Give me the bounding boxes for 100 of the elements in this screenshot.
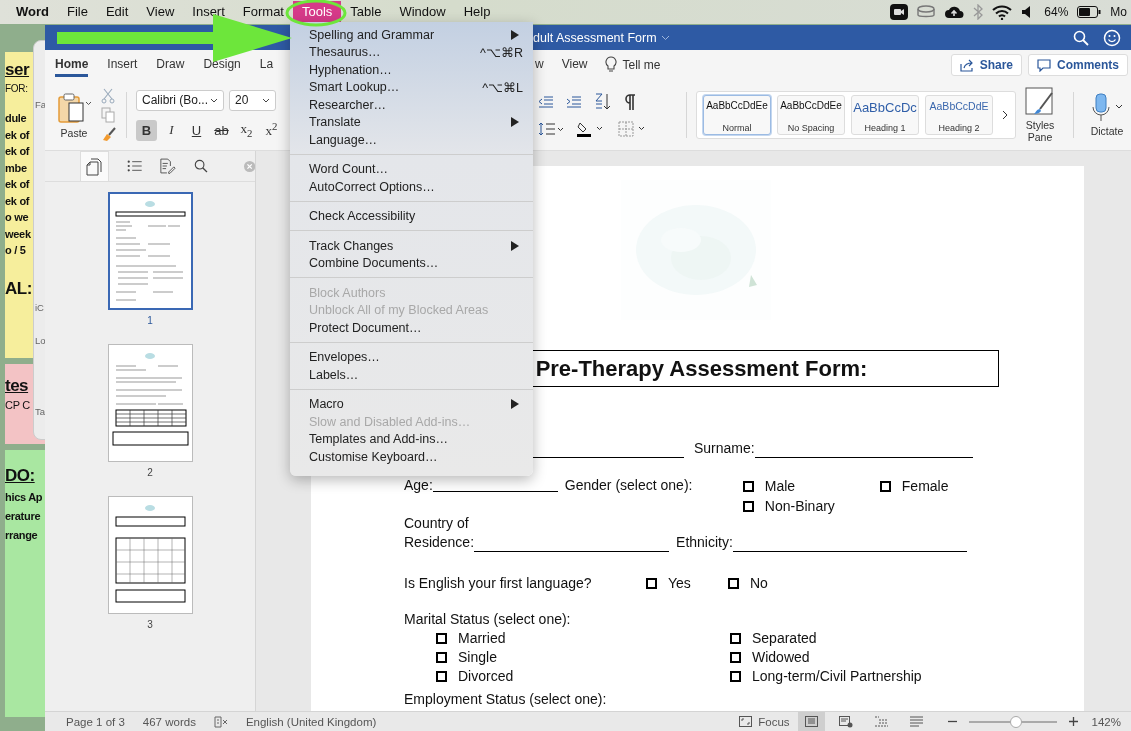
- sort-icon[interactable]: [593, 93, 612, 111]
- menu-item[interactable]: Check Accessibility: [290, 207, 533, 225]
- share-icon: [959, 58, 974, 72]
- drive-icon[interactable]: [917, 5, 936, 19]
- dictate-button[interactable]: Dictate: [1083, 93, 1131, 137]
- tell-me-field[interactable]: Tell me: [622, 58, 661, 72]
- ribbon-tab[interactable]: Insert: [107, 53, 138, 77]
- field-label: Gender (select one):: [564, 476, 694, 495]
- checkbox[interactable]: [730, 671, 741, 682]
- page-thumbnail[interactable]: [107, 344, 193, 462]
- menu-item[interactable]: Insert: [183, 1, 234, 23]
- checkbox[interactable]: [436, 652, 447, 663]
- menu-item[interactable]: Table: [341, 1, 391, 23]
- styles-pane-button[interactable]: Styles Pane: [1016, 87, 1064, 143]
- format-button[interactable]: ab: [211, 119, 232, 141]
- style-card[interactable]: AaBbCcDdEe Normal: [703, 95, 771, 135]
- page-thumbnail[interactable]: [107, 192, 193, 310]
- wifi-icon[interactable]: [992, 4, 1013, 20]
- checkbox[interactable]: [728, 578, 739, 589]
- window-label: iC: [35, 302, 44, 313]
- menu-item[interactable]: Customise Keyboard…: [290, 448, 533, 466]
- window-label: Ta: [35, 406, 46, 417]
- paste-button[interactable]: Paste: [57, 91, 91, 139]
- menu-item[interactable]: Window: [390, 1, 455, 23]
- note-text: AL:: [5, 277, 32, 300]
- style-card[interactable]: AaBbCcDc Heading 1: [851, 95, 919, 135]
- ribbon-tab[interactable]: Design: [203, 53, 241, 77]
- format-button[interactable]: x$_{2}$: [236, 119, 257, 141]
- format-button[interactable]: B: [136, 119, 157, 141]
- style-card[interactable]: AaBbCcDdEe No Spacing: [777, 95, 845, 135]
- menu-item[interactable]: Smart Lookup… ^⌥⌘L: [290, 78, 533, 96]
- window-title: dult Assessment Form: [533, 30, 657, 45]
- search-icon[interactable]: [1073, 29, 1089, 46]
- checkbox[interactable]: [646, 578, 657, 589]
- menu-item[interactable]: View: [137, 1, 184, 23]
- document-edit-icon[interactable]: [160, 157, 176, 175]
- menu-item[interactable]: Language…: [290, 131, 533, 149]
- menu-item[interactable]: Macro: [290, 395, 533, 413]
- ribbon-tab[interactable]: Home: [55, 53, 89, 77]
- line-spacing-icon[interactable]: [537, 122, 564, 136]
- page-count[interactable]: Page 1 of 3: [66, 715, 125, 728]
- proofing-icon[interactable]: [213, 715, 228, 728]
- checkbox[interactable]: [730, 652, 741, 663]
- focus-button[interactable]: Focus: [739, 715, 790, 728]
- menu-item[interactable]: AutoCorrect Options…: [290, 178, 533, 196]
- menu-item[interactable]: Spelling and Grammar: [290, 26, 533, 44]
- ribbon-tab[interactable]: Draw: [156, 53, 185, 77]
- checkbox[interactable]: [742, 481, 754, 492]
- menu-item[interactable]: Hyphenation…: [290, 61, 533, 79]
- menu-item[interactable]: Combine Documents…: [290, 254, 533, 272]
- checkbox[interactable]: [436, 633, 447, 644]
- lightbulb-icon[interactable]: [605, 56, 618, 74]
- note-text: dule: [5, 111, 27, 126]
- ribbon-tab[interactable]: View: [561, 53, 588, 77]
- menu-item[interactable]: Format: [233, 1, 293, 23]
- smiley-icon[interactable]: [1103, 28, 1121, 47]
- language-status[interactable]: English (United Kingdom): [245, 715, 377, 728]
- format-button[interactable]: U: [186, 119, 207, 141]
- zoom-percentage[interactable]: 142%: [1091, 715, 1121, 728]
- focus-icon: [739, 716, 753, 727]
- cloud-upload-icon[interactable]: [944, 5, 965, 19]
- increase-indent-icon[interactable]: [565, 96, 582, 108]
- camera-icon[interactable]: [890, 4, 909, 20]
- menu-item[interactable]: Word Count…: [290, 160, 533, 178]
- format-button[interactable]: x$^{2}$: [261, 119, 282, 141]
- view-button[interactable]: [797, 712, 825, 731]
- menu-item[interactable]: Templates and Add-ins…: [290, 430, 533, 448]
- comments-button[interactable]: Comments: [1028, 54, 1128, 76]
- zoom-in-icon[interactable]: [1068, 717, 1078, 726]
- chevron-icon[interactable]: [1001, 110, 1009, 120]
- menu-item[interactable]: File: [58, 1, 97, 23]
- decrease-indent-icon[interactable]: [537, 96, 554, 108]
- search-icon[interactable]: [193, 158, 208, 174]
- pilcrow-icon[interactable]: [623, 94, 636, 110]
- checkbox[interactable]: [436, 671, 447, 682]
- ribbon-tab[interactable]: w: [535, 53, 544, 77]
- checkbox[interactable]: [730, 633, 741, 644]
- menu-item[interactable]: Protect Document…: [290, 319, 533, 337]
- menu-item[interactable]: Edit: [96, 1, 138, 23]
- style-card[interactable]: AaBbCcDdE Heading 2: [925, 95, 993, 135]
- menu-item[interactable]: Researcher…: [290, 96, 533, 114]
- menu-item[interactable]: Word: [7, 1, 58, 23]
- menu-item[interactable]: Track Changes: [290, 237, 533, 255]
- menu-item[interactable]: Thesaurus… ^⌥⌘R: [290, 43, 533, 61]
- page-thumbnail[interactable]: [107, 496, 193, 614]
- font-size-dropdown[interactable]: 20: [229, 89, 276, 111]
- ribbon-tab[interactable]: La: [259, 53, 274, 77]
- word-count[interactable]: 467 words: [142, 715, 196, 728]
- menu-item[interactable]: Help: [454, 1, 500, 23]
- checkbox[interactable]: [879, 481, 891, 492]
- checkbox[interactable]: [742, 501, 754, 512]
- font-dropdown[interactable]: Calibri (Bo...: [136, 89, 224, 111]
- menu-item[interactable]: Translate: [290, 113, 533, 131]
- thumbnails-tab[interactable]: [80, 151, 109, 181]
- list-icon[interactable]: [126, 159, 143, 173]
- share-button[interactable]: Share: [950, 54, 1022, 76]
- brush-icon[interactable]: [101, 126, 117, 142]
- microphone-icon: [1090, 93, 1124, 123]
- battery-icon[interactable]: [1077, 6, 1102, 18]
- format-button[interactable]: I: [161, 119, 182, 141]
